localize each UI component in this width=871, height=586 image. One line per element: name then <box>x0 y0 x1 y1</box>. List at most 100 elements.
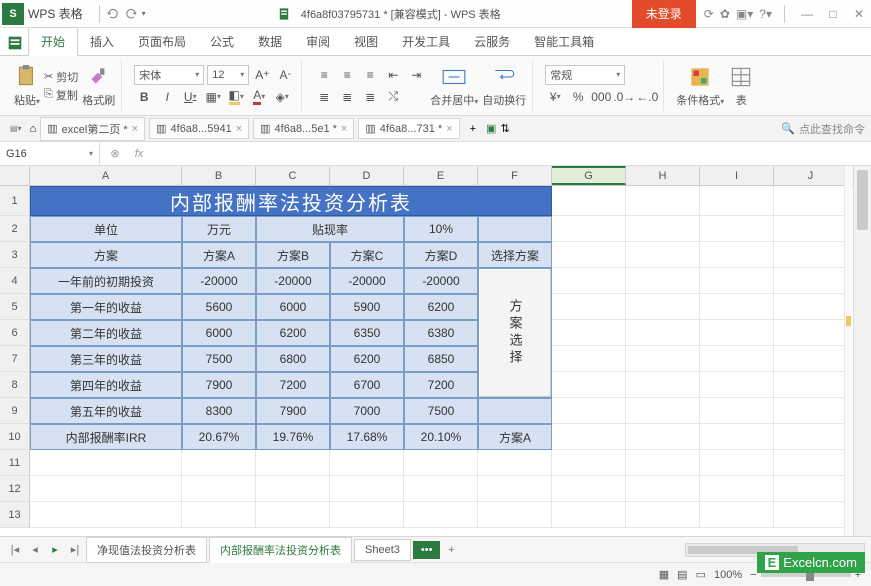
cell[interactable] <box>700 346 774 372</box>
sheet-nav-next[interactable]: ▸ <box>46 541 64 559</box>
row-header[interactable]: 13 <box>0 502 30 528</box>
cell[interactable]: -20000 <box>256 268 330 294</box>
cell[interactable]: 6200 <box>256 320 330 346</box>
cell[interactable] <box>478 502 552 528</box>
cell[interactable] <box>774 372 848 398</box>
sheet-nav-first[interactable]: |◂ <box>6 541 24 559</box>
settings-icon[interactable]: ✿ <box>720 7 730 21</box>
cell[interactable] <box>182 450 256 476</box>
doc-tabs-dropdown-icon[interactable]: ▤▾ <box>10 124 22 133</box>
cut-button[interactable]: ✂剪切 <box>44 69 78 85</box>
cell[interactable] <box>404 476 478 502</box>
doc-tabs-home-icon[interactable]: ⌂ <box>30 123 37 135</box>
paste-button[interactable]: 粘贴▾ <box>14 64 40 108</box>
view-reader-icon[interactable]: ▭ <box>696 568 706 581</box>
cell[interactable] <box>30 502 182 528</box>
cell[interactable] <box>774 268 848 294</box>
increase-font-button[interactable]: A+ <box>252 65 272 85</box>
vertical-scrollbar[interactable] <box>853 166 871 536</box>
cell[interactable] <box>552 476 626 502</box>
cell[interactable]: 7500 <box>182 346 256 372</box>
font-size-select[interactable]: 12▾ <box>207 65 249 85</box>
cell[interactable]: 5900 <box>330 294 404 320</box>
minimize-button[interactable]: — <box>797 4 817 24</box>
cell[interactable]: 第五年的收益 <box>30 398 182 424</box>
cell[interactable] <box>774 424 848 450</box>
cell[interactable] <box>330 502 404 528</box>
indent-increase-button[interactable]: ⇥ <box>406 65 426 85</box>
col-header[interactable]: A <box>30 166 182 185</box>
bold-button[interactable]: B <box>134 87 154 107</box>
align-bottom-button[interactable]: ≡ <box>360 65 380 85</box>
cell[interactable]: 7000 <box>330 398 404 424</box>
name-box[interactable]: G16▾ <box>0 142 100 165</box>
fx-button[interactable]: fx <box>130 148 148 160</box>
cell[interactable] <box>626 372 700 398</box>
cell[interactable]: 6000 <box>182 320 256 346</box>
cell[interactable] <box>774 502 848 528</box>
sheet-more-button[interactable]: ••• <box>413 541 441 559</box>
cell[interactable]: 单位 <box>30 216 182 242</box>
zoom-out-button[interactable]: − <box>750 569 756 581</box>
align-left-button[interactable]: ≣ <box>314 87 334 107</box>
col-header[interactable]: B <box>182 166 256 185</box>
scrollbar-thumb[interactable] <box>857 170 868 230</box>
maximize-button[interactable]: □ <box>823 4 843 24</box>
skin-icon[interactable]: ▣▾ <box>736 7 753 21</box>
view-normal-icon[interactable]: ▦ <box>659 568 669 581</box>
sheet-nav-prev[interactable]: ◂ <box>26 541 44 559</box>
cell[interactable] <box>626 502 700 528</box>
col-header[interactable]: I <box>700 166 774 185</box>
cell[interactable] <box>626 268 700 294</box>
cell[interactable] <box>700 476 774 502</box>
row-header[interactable]: 5 <box>0 294 30 320</box>
cell[interactable]: 7200 <box>256 372 330 398</box>
new-sheet-button[interactable]: + <box>442 541 460 559</box>
cell[interactable]: 6700 <box>330 372 404 398</box>
new-doc-button[interactable]: + <box>464 123 482 135</box>
indent-decrease-button[interactable]: ⇤ <box>383 65 403 85</box>
cell[interactable]: 方案D <box>404 242 478 268</box>
cell[interactable]: -20000 <box>404 268 478 294</box>
cell[interactable] <box>478 476 552 502</box>
cell[interactable] <box>404 450 478 476</box>
cell[interactable]: 20.67% <box>182 424 256 450</box>
row-header[interactable]: 2 <box>0 216 30 242</box>
merge-center-button[interactable]: 合并居中▾ <box>430 64 478 108</box>
cell[interactable]: 17.68% <box>330 424 404 450</box>
row-header[interactable]: 9 <box>0 398 30 424</box>
row-header[interactable]: 10 <box>0 424 30 450</box>
toggle-button[interactable]: ⇅ <box>500 122 509 135</box>
login-badge[interactable]: 未登录 <box>632 0 696 28</box>
wrap-text-button[interactable]: 自动换行 <box>482 64 526 108</box>
cell[interactable] <box>626 216 700 242</box>
cell[interactable] <box>478 398 552 424</box>
cell[interactable]: 方案C <box>330 242 404 268</box>
cell[interactable] <box>774 346 848 372</box>
sheet-nav-last[interactable]: ▸| <box>66 541 84 559</box>
cell[interactable] <box>774 294 848 320</box>
cell[interactable] <box>774 398 848 424</box>
slider-track[interactable] <box>761 573 851 577</box>
cell[interactable] <box>700 186 774 216</box>
cell[interactable]: 6380 <box>404 320 478 346</box>
sync-icon[interactable]: ⟳ <box>704 7 714 21</box>
fill-color-button[interactable]: ◧▾ <box>226 87 246 107</box>
col-header[interactable]: E <box>404 166 478 185</box>
cell[interactable] <box>774 476 848 502</box>
row-header[interactable]: 8 <box>0 372 30 398</box>
features-button[interactable]: ▣ <box>486 122 496 135</box>
cell[interactable] <box>700 372 774 398</box>
copy-button[interactable]: ⎘复制 <box>44 87 78 103</box>
cell[interactable]: 第二年的收益 <box>30 320 182 346</box>
cell[interactable] <box>552 294 626 320</box>
cell[interactable] <box>552 242 626 268</box>
cell[interactable] <box>700 320 774 346</box>
cell[interactable] <box>552 372 626 398</box>
cell[interactable]: 19.76% <box>256 424 330 450</box>
orientation-button[interactable]: ⤭ <box>383 87 403 107</box>
cell[interactable] <box>700 450 774 476</box>
cell[interactable] <box>552 346 626 372</box>
tab-smart-tools[interactable]: 智能工具箱 <box>522 28 606 55</box>
tab-insert[interactable]: 插入 <box>78 28 126 55</box>
